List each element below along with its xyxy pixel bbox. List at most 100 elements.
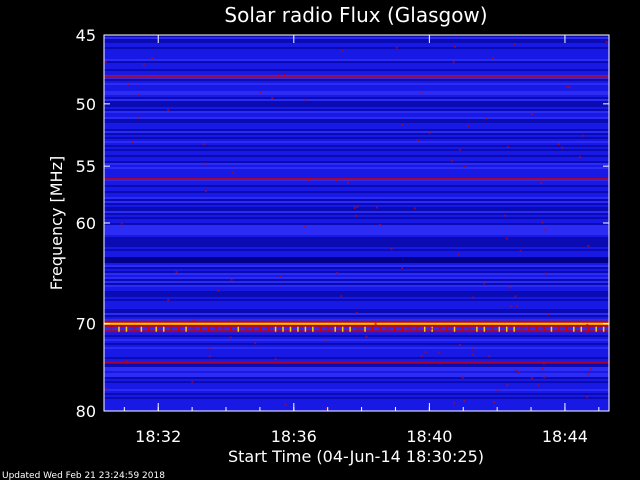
heatmap-speckle: [463, 400, 466, 403]
heatmap-area: [104, 35, 609, 411]
heatmap-burst: [409, 326, 411, 332]
heatmap-row: [104, 115, 609, 117]
heatmap-row: [104, 107, 609, 109]
heatmap-speckle: [586, 396, 589, 399]
heatmap-speckle: [566, 85, 569, 88]
heatmap-burst: [580, 326, 583, 332]
heatmap-row: [104, 37, 609, 39]
heatmap-speckle: [424, 351, 427, 354]
heatmap-row: [104, 165, 609, 167]
heatmap-row: [104, 119, 609, 121]
heatmap-burst: [148, 326, 150, 332]
heatmap-row: [104, 139, 609, 141]
heatmap-speckle: [587, 244, 590, 247]
heatmap-row: [104, 171, 609, 173]
heatmap-row: [104, 79, 609, 81]
heatmap-row: [104, 337, 609, 339]
heatmap-speckle: [485, 117, 488, 120]
heatmap-row: [104, 55, 609, 57]
heatmap-speckle: [202, 143, 205, 146]
heatmap-row: [104, 277, 609, 279]
heatmap-speckle: [458, 344, 461, 347]
heatmap-row: [104, 53, 609, 55]
heatmap-row: [104, 225, 609, 227]
heatmap-speckle: [561, 146, 564, 149]
heatmap-row: [104, 49, 609, 51]
heatmap-row: [104, 305, 609, 307]
heatmap-speckle: [365, 335, 368, 338]
heatmap-row: [104, 121, 609, 123]
heatmap-row: [104, 197, 609, 199]
heatmap-speckle: [557, 143, 560, 146]
heatmap-burst: [215, 326, 217, 332]
heatmap-row: [104, 183, 609, 185]
heatmap-row: [104, 147, 609, 149]
y-tick-label: 80: [76, 402, 96, 421]
heatmap-row: [104, 245, 609, 247]
heatmap-row: [104, 303, 609, 305]
heatmap-row: [104, 265, 609, 267]
heatmap-speckle: [543, 362, 546, 365]
heatmap-row: [104, 341, 609, 343]
heatmap-row: [104, 135, 609, 137]
heatmap-row: [104, 383, 609, 385]
heatmap-burst: [133, 326, 135, 332]
heatmap-burst: [341, 326, 344, 332]
heatmap-row: [104, 201, 609, 203]
heatmap-row: [104, 117, 609, 119]
heatmap-row: [104, 375, 609, 377]
heatmap-speckle: [514, 295, 517, 298]
heatmap-speckle: [488, 355, 491, 358]
x-tick-label: 18:44: [542, 427, 588, 446]
heatmap-row: [104, 97, 609, 99]
heatmap-speckle: [483, 282, 486, 285]
y-axis-label-text: Frequency: [47, 202, 66, 290]
heatmap-row: [104, 63, 609, 65]
heatmap-row: [104, 223, 609, 225]
heatmap-speckle: [517, 371, 520, 374]
heatmap-speckle: [493, 400, 496, 403]
heatmap-burst: [394, 326, 396, 332]
heatmap-speckle: [590, 368, 593, 371]
heatmap-burst: [118, 326, 120, 332]
x-tick-label: 18:32: [135, 427, 181, 446]
heatmap-speckle: [586, 331, 589, 334]
heatmap-row: [104, 263, 609, 265]
heatmap-speckle: [282, 74, 285, 77]
heatmap-row: [104, 169, 609, 171]
heatmap-speckle: [587, 372, 590, 375]
heatmap-speckle: [420, 91, 423, 94]
heatmap-speckle: [304, 98, 307, 101]
heatmap-speckle: [519, 249, 522, 252]
heatmap-burst: [513, 326, 515, 332]
heatmap-speckle: [516, 305, 519, 308]
heatmap-speckle: [284, 403, 287, 406]
heatmap-burst: [282, 326, 284, 332]
heatmap-row: [104, 395, 609, 397]
heatmap-row: [104, 153, 609, 155]
heatmap-row: [104, 319, 609, 321]
heatmap-speckle: [208, 347, 211, 350]
heatmap-speckle: [428, 131, 431, 134]
heatmap-row: [104, 347, 609, 349]
heatmap-speckle: [471, 353, 474, 356]
heatmap-row: [104, 47, 609, 49]
heatmap-burst: [491, 326, 493, 332]
heatmap-speckle: [510, 305, 513, 308]
heatmap-speckle: [356, 205, 359, 208]
heatmap-speckle: [541, 221, 544, 224]
heatmap-row: [104, 109, 609, 111]
heatmap-row: [104, 399, 609, 401]
heatmap-row: [104, 191, 609, 193]
heatmap-row: [104, 407, 609, 409]
heatmap-row: [104, 293, 609, 295]
heatmap-row: [104, 193, 609, 195]
heatmap-burst: [140, 326, 143, 332]
heatmap-row: [104, 233, 609, 235]
heatmap-burst: [207, 326, 210, 332]
heatmap-burst: [461, 326, 463, 332]
heatmap-row: [104, 295, 609, 297]
heatmap-speckle: [137, 94, 140, 97]
heatmap-row: [104, 61, 609, 63]
heatmap-speckle: [541, 367, 544, 370]
